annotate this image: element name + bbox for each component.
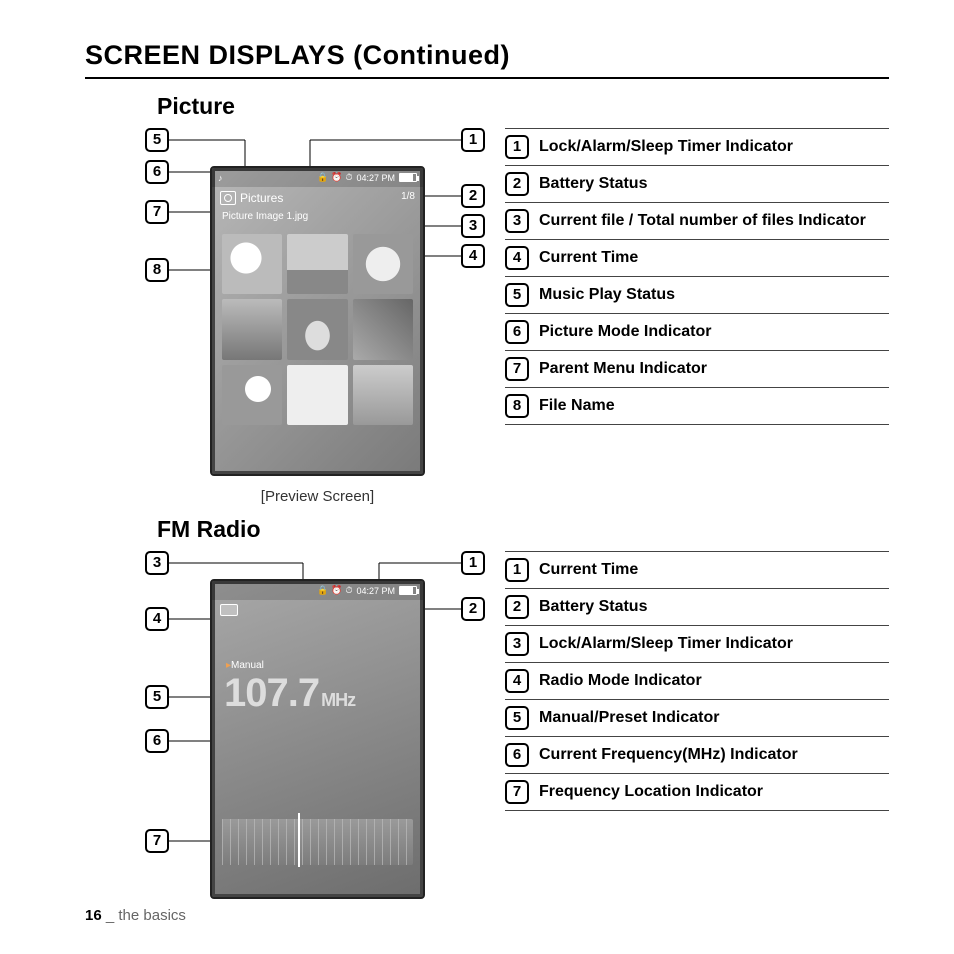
status-time: 04:27 PM xyxy=(356,586,395,596)
legend-text: Lock/Alarm/Sleep Timer Indicator xyxy=(539,135,793,157)
callout-8: 8 xyxy=(145,258,169,282)
section-heading-picture: Picture xyxy=(85,93,889,120)
legend-text: Parent Menu Indicator xyxy=(539,357,707,379)
callout-3: 3 xyxy=(461,214,485,238)
legend-num: 7 xyxy=(505,357,529,381)
legend-text: Radio Mode Indicator xyxy=(539,669,702,691)
frequency-unit: MHz xyxy=(321,690,355,711)
callout-6: 6 xyxy=(145,729,169,753)
callout-1: 1 xyxy=(461,128,485,152)
legend-num: 3 xyxy=(505,209,529,233)
status-time: 04:27 PM xyxy=(356,173,395,183)
thumbnail-grid xyxy=(212,228,423,435)
thumbnail xyxy=(222,234,282,294)
thumbnail xyxy=(287,299,347,359)
status-bar: ♪ 🔒⏰⏱ 04:27 PM xyxy=(212,168,423,187)
legend-num: 8 xyxy=(505,394,529,418)
callout-7: 7 xyxy=(145,200,169,224)
legend-num: 5 xyxy=(505,706,529,730)
indicator-icons: 🔒⏰⏱ xyxy=(317,585,352,596)
legend-text: Current Time xyxy=(539,246,638,268)
frequency-display: 107.7 MHz xyxy=(212,671,423,716)
section-heading-fm: FM Radio xyxy=(85,516,889,543)
thumbnail xyxy=(287,365,347,425)
file-counter: 1/8 xyxy=(401,191,415,202)
page-title: SCREEN DISPLAYS (Continued) xyxy=(85,40,889,71)
callout-7: 7 xyxy=(145,829,169,853)
fm-device: 🔒⏰⏱ 04:27 PM ▸Manual 107.7 MHz xyxy=(210,579,425,899)
callout-1: 1 xyxy=(461,551,485,575)
music-status-icon: ♪ xyxy=(218,173,223,183)
legend-text: Current Time xyxy=(539,558,638,580)
legend-num: 5 xyxy=(505,283,529,307)
battery-icon xyxy=(399,586,417,595)
fm-diagram: 3 4 5 6 7 1 2 🔒⏰⏱ 04:27 PM xyxy=(85,551,495,911)
thumbnail xyxy=(353,299,413,359)
callout-4: 4 xyxy=(461,244,485,268)
legend-num: 2 xyxy=(505,595,529,619)
status-bar: 🔒⏰⏱ 04:27 PM xyxy=(212,581,423,600)
legend-text: Current file / Total number of files Ind… xyxy=(539,209,866,231)
legend-text: Battery Status xyxy=(539,172,647,194)
legend-num: 4 xyxy=(505,669,529,693)
thumbnail xyxy=(222,299,282,359)
legend-text: Music Play Status xyxy=(539,283,675,305)
title-rule xyxy=(85,77,889,79)
legend-num: 4 xyxy=(505,246,529,270)
fm-legend: 1 Current Time 2 Battery Status 3 Lock/Alar… xyxy=(505,551,889,811)
legend-num: 3 xyxy=(505,632,529,656)
indicator-icons: 🔒⏰⏱ xyxy=(317,172,352,183)
callout-3: 3 xyxy=(145,551,169,575)
frequency-value: 107.7 xyxy=(224,671,319,716)
battery-icon xyxy=(399,173,417,182)
legend-text: Battery Status xyxy=(539,595,647,617)
page-number: 16 xyxy=(85,907,102,924)
radio-mode-icon xyxy=(220,604,238,616)
picture-device: ♪ 🔒⏰⏱ 04:27 PM Pictures 1/8 Picture Imag… xyxy=(210,166,425,476)
legend-text: Picture Mode Indicator xyxy=(539,320,711,342)
picture-diagram: 5 6 7 8 1 2 3 4 ♪ xyxy=(85,128,495,498)
callout-5: 5 xyxy=(145,128,169,152)
legend-text: Lock/Alarm/Sleep Timer Indicator xyxy=(539,632,793,654)
legend-text: File Name xyxy=(539,394,615,416)
callout-4: 4 xyxy=(145,607,169,631)
mode-label: Pictures xyxy=(240,191,283,205)
thumbnail xyxy=(222,365,282,425)
frequency-scale xyxy=(222,819,413,865)
legend-text: Frequency Location Indicator xyxy=(539,780,763,802)
thumbnail xyxy=(353,234,413,294)
page-footer: 16 _ the basics xyxy=(85,907,186,924)
diagram-caption: [Preview Screen] xyxy=(210,488,425,505)
thumbnail xyxy=(353,365,413,425)
callout-2: 2 xyxy=(461,184,485,208)
legend-num: 7 xyxy=(505,780,529,804)
callout-6: 6 xyxy=(145,160,169,184)
filename-label: Picture Image 1.jpg xyxy=(212,205,423,228)
legend-num: 6 xyxy=(505,743,529,767)
manual-preset-label: ▸Manual xyxy=(212,620,423,671)
footer-section: the basics xyxy=(118,907,186,924)
legend-num: 2 xyxy=(505,172,529,196)
legend-text: Current Frequency(MHz) Indicator xyxy=(539,743,798,765)
frequency-needle xyxy=(298,813,300,867)
legend-num: 6 xyxy=(505,320,529,344)
picture-legend: 1 Lock/Alarm/Sleep Timer Indicator 2 Batte… xyxy=(505,128,889,425)
legend-num: 1 xyxy=(505,558,529,582)
callout-2: 2 xyxy=(461,597,485,621)
picture-mode-icon xyxy=(220,191,236,205)
legend-text: Manual/Preset Indicator xyxy=(539,706,720,728)
legend-num: 1 xyxy=(505,135,529,159)
callout-5: 5 xyxy=(145,685,169,709)
thumbnail xyxy=(287,234,347,294)
